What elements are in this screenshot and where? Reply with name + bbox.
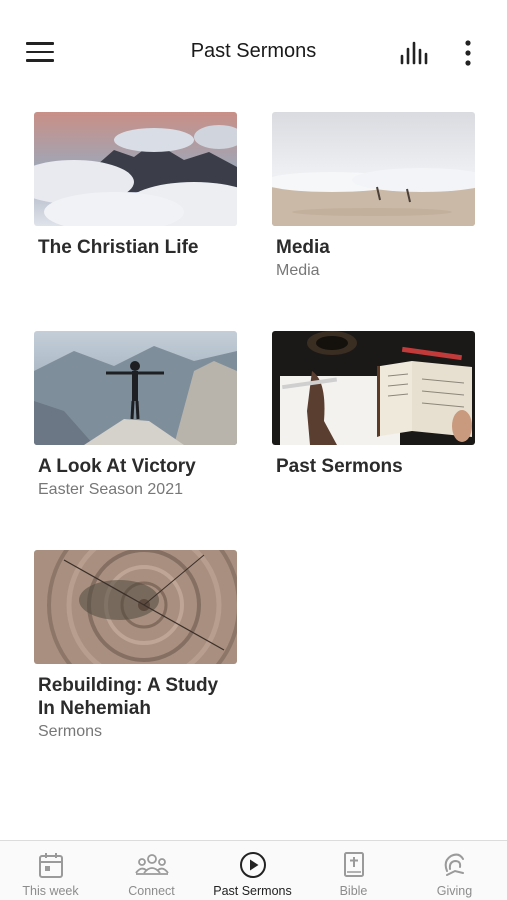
series-title: Rebuilding: A Study In Nehemiah bbox=[38, 675, 219, 719]
more-options-button[interactable] bbox=[456, 38, 480, 68]
series-thumbnail-mountains-clouds bbox=[34, 112, 237, 226]
series-thumbnail-beach-waves bbox=[272, 112, 475, 226]
series-subtitle: Media bbox=[276, 262, 320, 279]
tab-label: Giving bbox=[436, 884, 473, 898]
tab-giving[interactable]: Giving bbox=[404, 841, 505, 900]
series-thumbnail-person-on-peak bbox=[34, 331, 237, 445]
bottom-tab-bar: This week Connect Past Sermons Bible Giv… bbox=[0, 840, 507, 900]
series-title: The Christian Life bbox=[38, 237, 199, 258]
tab-label: Connect bbox=[128, 884, 175, 898]
series-card[interactable]: The Christian Life bbox=[34, 112, 237, 259]
play-circle-icon bbox=[239, 852, 266, 878]
tab-connect[interactable]: Connect bbox=[101, 841, 202, 900]
series-title: A Look At Victory bbox=[38, 456, 196, 477]
more-vertical-icon bbox=[465, 40, 471, 66]
people-group-icon bbox=[134, 854, 169, 875]
series-subtitle: Easter Season 2021 bbox=[38, 481, 183, 498]
series-title: Past Sermons bbox=[276, 456, 403, 477]
series-thumbnail-tree-rings bbox=[34, 550, 237, 664]
series-title: Media bbox=[276, 237, 330, 258]
giving-hand-icon bbox=[444, 853, 464, 876]
audio-button[interactable] bbox=[398, 40, 432, 66]
series-card[interactable]: Media Media bbox=[272, 112, 475, 281]
tab-label: This week bbox=[22, 884, 79, 898]
audio-bars-icon bbox=[400, 41, 428, 65]
series-card[interactable]: Past Sermons bbox=[272, 331, 475, 478]
tab-label: Past Sermons bbox=[213, 884, 292, 898]
series-subtitle: Sermons bbox=[38, 723, 103, 740]
series-card[interactable]: Rebuilding: A Study In Nehemiah Sermons bbox=[34, 550, 237, 742]
app-header: Past Sermons bbox=[0, 0, 507, 100]
tab-past-sermons[interactable]: Past Sermons bbox=[202, 841, 303, 900]
series-card[interactable]: A Look At Victory Easter Season 2021 bbox=[34, 331, 237, 500]
series-thumbnail-bible-and-notebook bbox=[272, 331, 475, 445]
tab-this-week[interactable]: This week bbox=[0, 841, 101, 900]
bible-cross-icon bbox=[343, 852, 364, 877]
tab-bible[interactable]: Bible bbox=[303, 841, 404, 900]
calendar-icon bbox=[38, 853, 63, 878]
tab-label: Bible bbox=[339, 884, 368, 898]
